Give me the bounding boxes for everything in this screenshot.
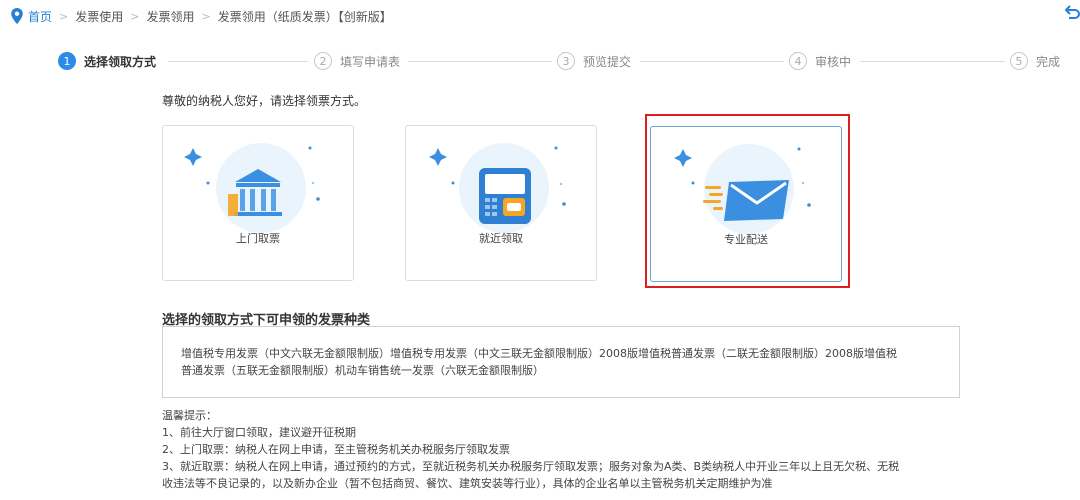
- step-number: 1: [58, 52, 76, 70]
- step-complete: 5 完成: [1010, 48, 1060, 74]
- step-connector: [168, 61, 308, 62]
- step-label: 填写申请表: [340, 54, 401, 69]
- tips-title: 温馨提示：: [162, 409, 217, 422]
- breadcrumb-separator: >: [59, 9, 69, 23]
- card-label: 专业配送: [724, 233, 768, 246]
- intro-text: 尊敬的纳税人您好，请选择领票方式。: [162, 94, 367, 108]
- step-label: 完成: [1036, 54, 1061, 69]
- step-under-review: 4 审核中: [789, 48, 851, 74]
- breadcrumb-item-invoice-use[interactable]: 发票使用: [75, 8, 123, 25]
- step-fill-form: 2 填写申请表: [314, 48, 400, 74]
- step-label: 预览提交: [583, 54, 632, 69]
- invoice-types-line: 增值税专用发票（中文六联无金额限制版）增值税专用发票（中文三联无金额限制版）20…: [181, 347, 897, 360]
- atm-icon: [429, 143, 566, 233]
- tips-line: 收违法等不良记录的，以及新办企业（暂不包括商贸、餐饮、建筑安装等行业），具体的企…: [162, 477, 773, 490]
- step-number: 5: [1010, 52, 1028, 70]
- breadcrumb-item-invoice-claim[interactable]: 发票领用: [146, 8, 194, 25]
- step-label: 审核中: [815, 54, 852, 69]
- breadcrumb-item-current: 发票领用（纸质发票）【创新版】: [217, 9, 392, 24]
- step-preview-submit: 3 预览提交: [557, 48, 631, 74]
- tips-block: 温馨提示： 1、前往大厅窗口领取，建议避开征税期 2、上门取票：纳税人在网上申请…: [162, 407, 962, 492]
- card-label: 上门取票: [236, 232, 280, 245]
- step-connector: [408, 61, 552, 62]
- breadcrumb-separator: >: [130, 9, 140, 23]
- step-number: 2: [314, 52, 332, 70]
- method-card-door-pickup[interactable]: 上门取票: [162, 125, 354, 281]
- invoice-types-line: 普通发票（五联无金额限制版）机动车销售统一发票（六联无金额限制版）: [181, 364, 544, 377]
- card-label: 就近领取: [479, 232, 523, 245]
- step-label: 选择领取方式: [84, 54, 157, 69]
- bank-icon: [184, 143, 320, 233]
- step-connector: [640, 61, 784, 62]
- return-icon[interactable]: [1064, 4, 1080, 20]
- step-connector: [860, 61, 1005, 62]
- invoice-types-box: 增值税专用发票（中文六联无金额限制版）增值税专用发票（中文三联无金额限制版）20…: [162, 326, 960, 398]
- tips-line: 3、就近取票：纳税人在网上申请，通过预约的方式，至就近税务机关办税服务厅领取发票…: [162, 460, 900, 473]
- method-card-pro-delivery[interactable]: 专业配送: [650, 126, 842, 282]
- location-pin-icon: [11, 8, 23, 24]
- method-card-nearby-pickup[interactable]: 就近领取: [405, 125, 597, 281]
- tips-line: 2、上门取票：纳税人在网上申请，至主管税务机关办税服务厅领取发票: [162, 443, 510, 456]
- tips-line: 1、前往大厅窗口领取，建议避开征税期: [162, 426, 356, 439]
- breadcrumb-separator: >: [201, 9, 211, 23]
- step-number: 4: [789, 52, 807, 70]
- envelope-icon: [674, 144, 811, 234]
- step-select-method: 1 选择领取方式: [58, 48, 156, 74]
- breadcrumb-home-link[interactable]: 首页: [28, 8, 52, 25]
- step-number: 3: [557, 52, 575, 70]
- progress-steps: 1 选择领取方式 2 填写申请表 3 预览提交 4 审核中 5 完成: [0, 48, 1080, 74]
- breadcrumb: 首页 > 发票使用 > 发票领用 > 发票领用（纸质发票）【创新版】: [10, 6, 392, 26]
